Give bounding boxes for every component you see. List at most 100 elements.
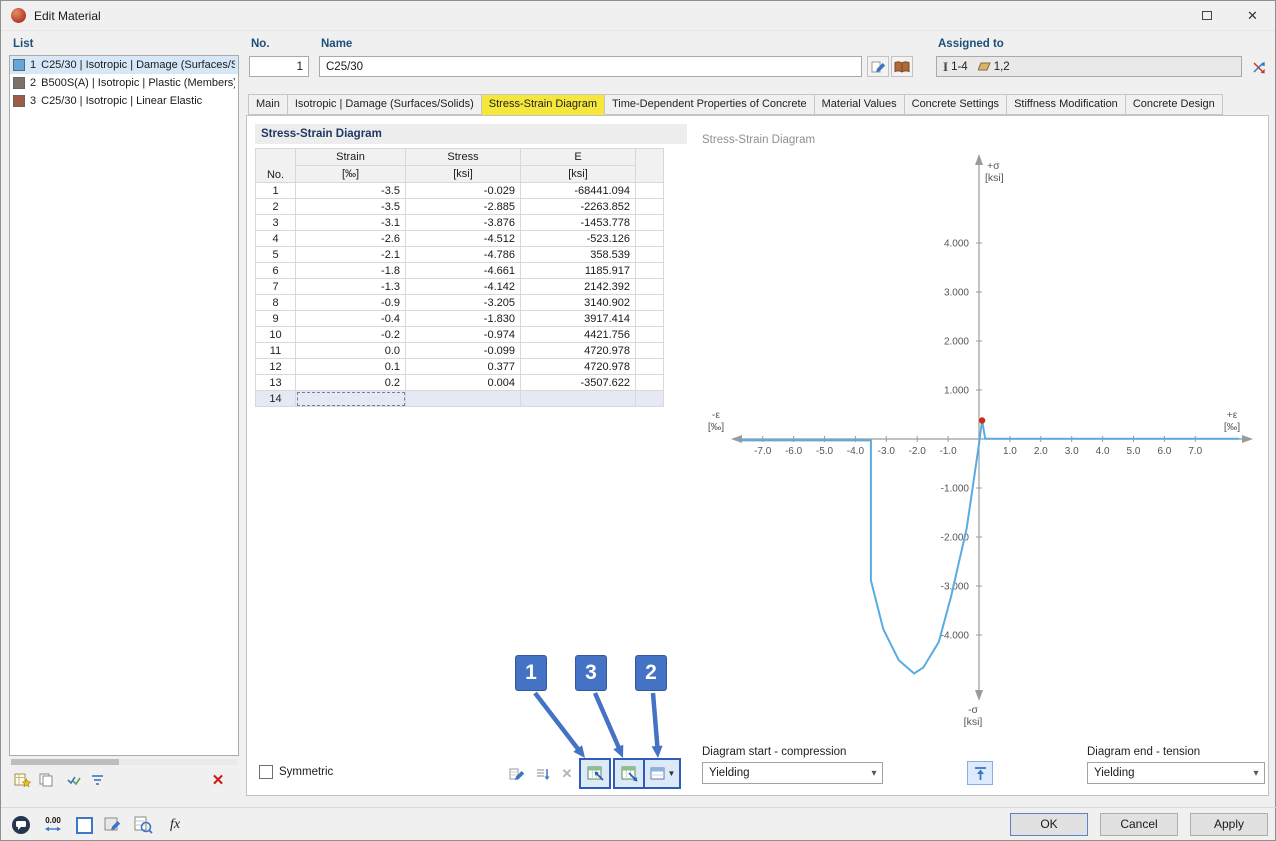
export-diagram-button[interactable]: [615, 760, 643, 787]
check-materials-button[interactable]: [63, 769, 85, 790]
material-library-button[interactable]: [891, 56, 913, 77]
table-row[interactable]: 12 0.1 0.377 4720.978: [256, 359, 664, 375]
tab-material-values[interactable]: Material Values: [815, 94, 905, 115]
stress-cell[interactable]: 0.377: [406, 359, 521, 375]
diagram-end-select[interactable]: Yielding ▾: [1087, 762, 1265, 784]
delete-all-button[interactable]: ✕: [207, 769, 229, 790]
strain-cell[interactable]: -1.3: [296, 279, 406, 295]
stress-cell[interactable]: -3.205: [406, 295, 521, 311]
strain-cell[interactable]: -3.1: [296, 215, 406, 231]
tab-stiffness-modification[interactable]: Stiffness Modification: [1007, 94, 1126, 115]
strain-cell[interactable]: [296, 391, 406, 407]
table-row[interactable]: 14: [256, 391, 664, 407]
delete-row-button[interactable]: ✕: [557, 763, 577, 785]
symmetric-checkbox[interactable]: [259, 765, 273, 779]
tab-isotropic-damage-surfaces-solids[interactable]: Isotropic | Damage (Surfaces/Solids): [288, 94, 482, 115]
apply-button[interactable]: Apply: [1190, 813, 1268, 836]
e-cell[interactable]: 4720.978: [521, 343, 636, 359]
e-cell[interactable]: [521, 391, 636, 407]
strain-cell[interactable]: -0.2: [296, 327, 406, 343]
strain-cell[interactable]: -3.5: [296, 199, 406, 215]
preview-button[interactable]: [131, 813, 155, 837]
tab-main[interactable]: Main: [248, 94, 288, 115]
stress-cell[interactable]: -4.661: [406, 263, 521, 279]
e-cell[interactable]: 1185.917: [521, 263, 636, 279]
diagram-start-select[interactable]: Yielding ▾: [702, 762, 883, 784]
e-cell[interactable]: -523.126: [521, 231, 636, 247]
display-settings-button[interactable]: [101, 813, 125, 837]
strain-cell[interactable]: 0.0: [296, 343, 406, 359]
table-row[interactable]: 3 -3.1 -3.876 -1453.778: [256, 215, 664, 231]
sort-rows-button[interactable]: [531, 763, 555, 785]
strain-cell[interactable]: -0.4: [296, 311, 406, 327]
e-cell[interactable]: -2263.852: [521, 199, 636, 215]
stress-cell[interactable]: 0.004: [406, 375, 521, 391]
table-row[interactable]: 1 -3.5 -0.029 -68441.094: [256, 183, 664, 199]
stress-cell[interactable]: -4.512: [406, 231, 521, 247]
e-cell[interactable]: 4421.756: [521, 327, 636, 343]
assigned-to-field[interactable]: I 1-4 1,2: [936, 56, 1242, 77]
table-row[interactable]: 11 0.0 -0.099 4720.978: [256, 343, 664, 359]
table-row[interactable]: 10 -0.2 -0.974 4421.756: [256, 327, 664, 343]
strain-cell[interactable]: -1.8: [296, 263, 406, 279]
e-cell[interactable]: -3507.622: [521, 375, 636, 391]
tab-time-dependent-properties-of-concrete[interactable]: Time-Dependent Properties of Concrete: [605, 94, 815, 115]
material-name-field[interactable]: C25/30: [319, 56, 862, 77]
shift-diagram-button[interactable]: [967, 761, 993, 785]
stress-cell[interactable]: -4.142: [406, 279, 521, 295]
comment-button[interactable]: [9, 813, 33, 837]
stress-cell[interactable]: -3.876: [406, 215, 521, 231]
new-material-button[interactable]: [11, 769, 33, 790]
material-no-field[interactable]: 1: [249, 56, 309, 77]
edit-name-button[interactable]: [867, 56, 889, 77]
material-list-item[interactable]: 1 C25/30 | Isotropic | Damage (Surfaces/…: [10, 56, 238, 74]
table-row[interactable]: 8 -0.9 -3.205 3140.902: [256, 295, 664, 311]
table-row[interactable]: 2 -3.5 -2.885 -2263.852: [256, 199, 664, 215]
copy-material-button[interactable]: [35, 769, 57, 790]
tab-concrete-design[interactable]: Concrete Design: [1126, 94, 1223, 115]
ok-button[interactable]: OK: [1010, 813, 1088, 836]
table-row[interactable]: 5 -2.1 -4.786 358.539: [256, 247, 664, 263]
formula-button[interactable]: fx: [163, 813, 187, 837]
e-cell[interactable]: 2142.392: [521, 279, 636, 295]
import-diagram-button[interactable]: [581, 760, 609, 787]
table-row[interactable]: 4 -2.6 -4.512 -523.126: [256, 231, 664, 247]
stress-cell[interactable]: -2.885: [406, 199, 521, 215]
maximize-button[interactable]: [1184, 1, 1229, 30]
filter-materials-button[interactable]: [87, 769, 109, 790]
cancel-button[interactable]: Cancel: [1100, 813, 1178, 836]
strain-cell[interactable]: -3.5: [296, 183, 406, 199]
close-button[interactable]: ✕: [1230, 1, 1275, 30]
stress-cell[interactable]: -0.099: [406, 343, 521, 359]
stress-cell[interactable]: -0.974: [406, 327, 521, 343]
strain-cell[interactable]: 0.1: [296, 359, 406, 375]
strain-cell[interactable]: -2.6: [296, 231, 406, 247]
table-row[interactable]: 7 -1.3 -4.142 2142.392: [256, 279, 664, 295]
e-cell[interactable]: 3917.414: [521, 311, 636, 327]
scrollbar-thumb[interactable]: [11, 759, 119, 765]
diagram-options-dropdown[interactable]: ▼: [645, 760, 679, 787]
e-cell[interactable]: 4720.978: [521, 359, 636, 375]
e-cell[interactable]: -1453.778: [521, 215, 636, 231]
e-cell[interactable]: 3140.902: [521, 295, 636, 311]
table-row[interactable]: 9 -0.4 -1.830 3917.414: [256, 311, 664, 327]
table-row[interactable]: 6 -1.8 -4.661 1185.917: [256, 263, 664, 279]
stress-cell[interactable]: -1.830: [406, 311, 521, 327]
strain-cell[interactable]: 0.2: [296, 375, 406, 391]
strain-cell[interactable]: -0.9: [296, 295, 406, 311]
tab-stress-strain-diagram[interactable]: Stress-Strain Diagram: [482, 94, 605, 115]
stress-cell[interactable]: [406, 391, 521, 407]
select-objects-button[interactable]: [1247, 55, 1270, 78]
strain-cell[interactable]: -2.1: [296, 247, 406, 263]
material-list-item[interactable]: 3 C25/30 | Isotropic | Linear Elastic: [10, 92, 238, 110]
material-list-item[interactable]: 2 B500S(A) | Isotropic | Plastic (Member…: [10, 74, 238, 92]
e-cell[interactable]: -68441.094: [521, 183, 636, 199]
stress-cell[interactable]: -4.786: [406, 247, 521, 263]
units-button[interactable]: [72, 813, 96, 837]
stress-cell[interactable]: -0.029: [406, 183, 521, 199]
edit-table-button[interactable]: [505, 763, 529, 785]
tab-concrete-settings[interactable]: Concrete Settings: [905, 94, 1007, 115]
e-cell[interactable]: 358.539: [521, 247, 636, 263]
table-row[interactable]: 13 0.2 0.004 -3507.622: [256, 375, 664, 391]
decimal-places-button[interactable]: 0.00: [41, 813, 65, 837]
